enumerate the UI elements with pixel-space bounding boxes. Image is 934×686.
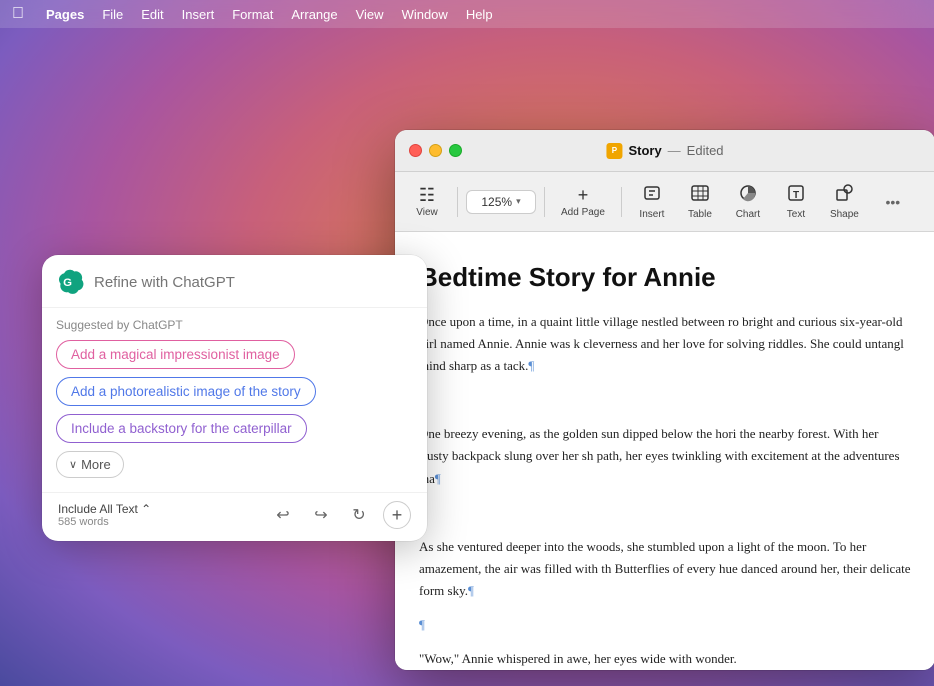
paragraph-1: Once upon a time, in a quaint little vil… xyxy=(419,311,911,377)
apple-logo-icon[interactable]:  xyxy=(12,5,24,23)
menu-window[interactable]: Window xyxy=(402,7,448,22)
pages-window: P Story — Edited ☷ View 125% ▾ + Add Pag… xyxy=(395,130,934,670)
more-toolbar-icon: ••• xyxy=(886,195,901,209)
menu-view[interactable]: View xyxy=(356,7,384,22)
close-button[interactable] xyxy=(409,144,422,157)
traffic-lights xyxy=(409,144,462,157)
chevron-down-icon: ∨ xyxy=(69,458,77,471)
maximize-button[interactable] xyxy=(449,144,462,157)
paragraph-2: One breezy evening, as the golden sun di… xyxy=(419,423,911,489)
window-title: P Story — Edited xyxy=(606,143,723,159)
menu-insert[interactable]: Insert xyxy=(182,7,215,22)
minimize-button[interactable] xyxy=(429,144,442,157)
undo-button[interactable]: ↩ xyxy=(269,501,297,529)
paragraph-4: "Wow," Annie whispered in awe, her eyes … xyxy=(419,648,911,670)
paragraph-break-3: ¶ xyxy=(419,614,911,636)
text-button[interactable]: T Text xyxy=(774,179,818,224)
view-icon: ☷ xyxy=(419,186,435,204)
paragraph-3: As she ventured deeper into the woods, s… xyxy=(419,536,911,602)
document-icon: P xyxy=(606,143,622,159)
zoom-value: 125% xyxy=(481,195,512,209)
menu-file[interactable]: File xyxy=(102,7,123,22)
suggestions-section: Suggested by ChatGPT Add a magical impre… xyxy=(42,308,427,492)
title-separator: — xyxy=(668,143,681,158)
insert-button[interactable]: ​ Insert xyxy=(630,179,674,224)
chart-icon xyxy=(738,183,758,206)
text-label: Text xyxy=(787,209,805,220)
menu-edit[interactable]: Edit xyxy=(141,7,163,22)
view-button[interactable]: ☷ View xyxy=(405,182,449,222)
menu-pages[interactable]: Pages xyxy=(46,7,84,22)
svg-text:G: G xyxy=(63,277,72,289)
toolbar: ☷ View 125% ▾ + Add Page ​ Insert Table xyxy=(395,172,934,232)
table-button[interactable]: Table xyxy=(678,179,722,224)
menu-arrange[interactable]: Arrange xyxy=(291,7,337,22)
footer-actions: ↩ ↪ ↻ + xyxy=(269,501,411,529)
refresh-button[interactable]: ↻ xyxy=(345,501,373,529)
more-toolbar-button[interactable]: ••• xyxy=(871,191,915,213)
zoom-control[interactable]: 125% ▾ xyxy=(466,190,536,214)
document-status: Edited xyxy=(687,143,724,158)
paragraph-break-2: ¶ xyxy=(419,502,911,524)
shape-label: Shape xyxy=(830,209,859,220)
chatgpt-input-area: G xyxy=(42,255,427,308)
menu-format[interactable]: Format xyxy=(232,7,273,22)
footer-info: Include All Text ⌃ 585 words xyxy=(58,502,151,528)
shape-button[interactable]: Shape xyxy=(822,179,867,224)
insert-icon: ​ xyxy=(642,183,662,206)
table-label: Table xyxy=(688,209,712,220)
toolbar-separator-3 xyxy=(621,187,622,217)
menu-bar:  Pages File Edit Insert Format Arrange … xyxy=(0,0,934,28)
document-title: Bedtime Story for Annie xyxy=(419,262,911,293)
chart-button[interactable]: Chart xyxy=(726,179,770,224)
table-icon xyxy=(690,183,710,206)
insert-label: Insert xyxy=(639,209,664,220)
window-titlebar: P Story — Edited xyxy=(395,130,934,172)
view-label: View xyxy=(416,207,438,218)
chart-label: Chart xyxy=(736,209,760,220)
text-icon: T xyxy=(786,183,806,206)
suggestions-label: Suggested by ChatGPT xyxy=(56,318,413,332)
suggestion-chip-3[interactable]: Include a backstory for the caterpillar xyxy=(56,414,307,443)
zoom-arrow-icon: ▾ xyxy=(516,196,521,207)
more-suggestions-button[interactable]: ∨ More xyxy=(56,451,124,478)
paragraph-break-1: ¶ xyxy=(419,389,911,411)
include-all-text-label[interactable]: Include All Text ⌃ xyxy=(58,502,151,516)
add-button[interactable]: + xyxy=(383,501,411,529)
chatgpt-refine-input[interactable] xyxy=(94,274,411,291)
redo-button[interactable]: ↪ xyxy=(307,501,335,529)
add-page-icon: + xyxy=(578,186,589,204)
svg-text:T: T xyxy=(793,190,799,201)
suggestion-chip-2[interactable]: Add a photorealistic image of the story xyxy=(56,377,316,406)
document-content[interactable]: Bedtime Story for Annie Once upon a time… xyxy=(395,232,934,670)
add-page-button[interactable]: + Add Page xyxy=(553,182,613,222)
panel-footer: Include All Text ⌃ 585 words ↩ ↪ ↻ + xyxy=(42,492,427,541)
document-name: Story xyxy=(628,143,661,158)
chatgpt-logo-icon: G xyxy=(58,269,84,295)
toolbar-separator-1 xyxy=(457,187,458,217)
shape-icon xyxy=(834,183,854,206)
add-page-label: Add Page xyxy=(561,207,605,218)
word-count: 585 words xyxy=(58,516,151,528)
toolbar-separator-2 xyxy=(544,187,545,217)
more-label: More xyxy=(81,457,111,472)
menu-help[interactable]: Help xyxy=(466,7,493,22)
suggestion-chip-1[interactable]: Add a magical impressionist image xyxy=(56,340,295,369)
chatgpt-panel: G Suggested by ChatGPT Add a magical imp… xyxy=(42,255,427,541)
